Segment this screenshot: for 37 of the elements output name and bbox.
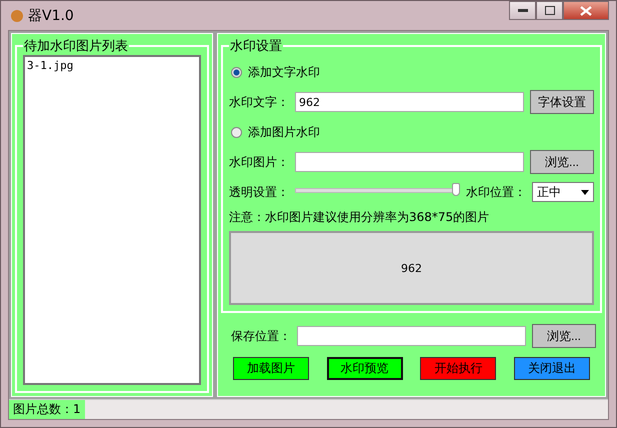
action-button[interactable]: 关闭退出 [514,357,590,380]
action-button[interactable]: 水印预览 [326,357,403,380]
browse-button[interactable]: 浏览... [530,150,594,174]
font-settings-button[interactable]: 字体设置 [530,90,594,114]
close-button[interactable] [563,1,609,20]
radio-button[interactable] [231,126,242,138]
group-title: 待加水印图片列表 [23,38,129,55]
preview-text: 962 [401,262,422,274]
field-label: 水印图片： [229,154,289,170]
radio-button[interactable] [231,66,242,78]
browse-button[interactable]: 浏览... [532,324,596,348]
field-label: 保存位置： [231,328,291,344]
app-icon [10,8,24,22]
file-list-item[interactable]: 3-1.jpg [27,59,74,72]
slider-thumb[interactable] [452,183,460,196]
note-text: 注意：水印图片建议使用分辨率为368*75的图片 [229,209,490,226]
image-path-field[interactable] [295,152,524,172]
maximize-icon [544,6,554,15]
text-field[interactable]: 962 [295,92,524,112]
file-list[interactable]: 3-1.jpg [23,55,201,385]
action-button[interactable]: 加载图片 [233,357,309,380]
minimize-button[interactable] [509,1,536,20]
action-button[interactable]: 开始执行 [420,357,496,380]
maximize-button[interactable] [536,1,563,20]
window-title: 器V1.0 [28,6,74,24]
field-label: 水印位置： [466,184,526,200]
radio-label: 添加图片水印 [248,124,320,140]
minimize-icon [518,8,528,12]
radio-label: 添加文字水印 [248,64,320,80]
slider-label: 透明设置： [229,184,289,200]
field-label: 水印文字： [229,94,289,110]
close-icon [580,6,592,16]
status-text: 图片总数：1 [9,400,85,419]
group-title: 水印设置 [229,38,283,55]
save-path-field[interactable] [297,326,526,346]
position-dropdown[interactable]: 正中 [532,182,594,202]
dropdown-arrow-icon [581,190,589,194]
